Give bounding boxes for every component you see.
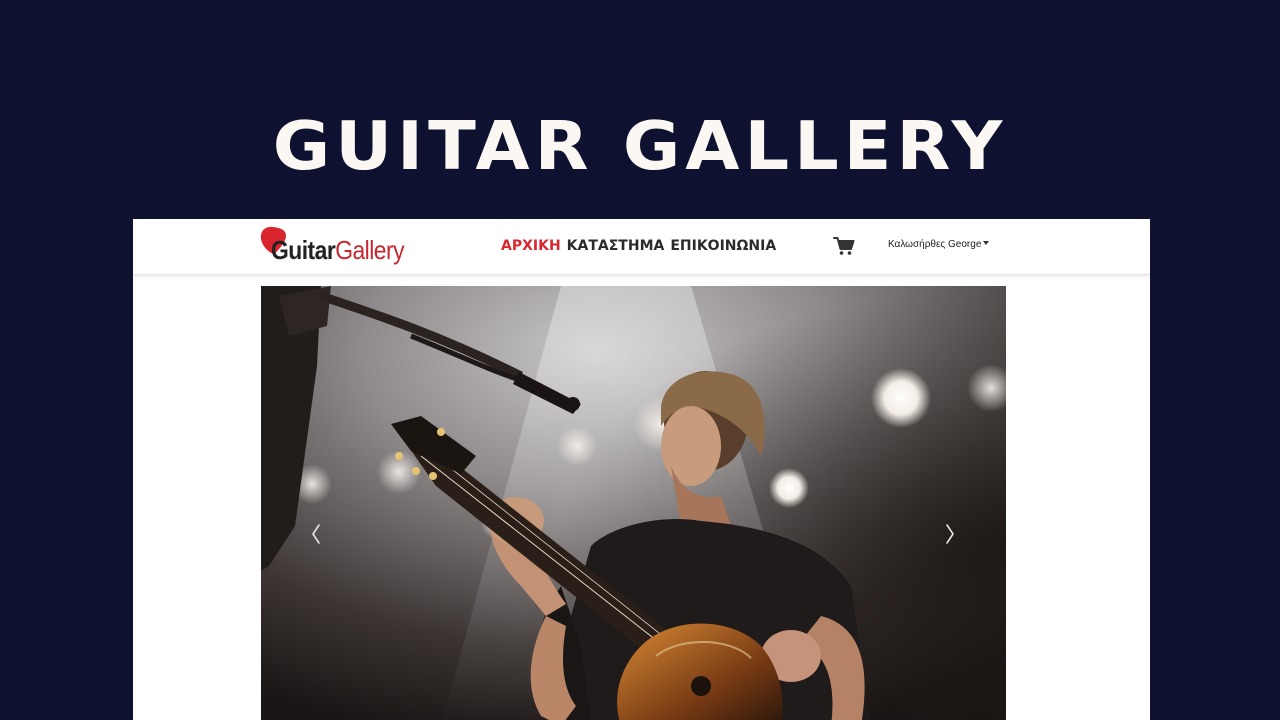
logo-text-guitar: Guitar bbox=[271, 235, 336, 265]
website-screenshot: GuitarGallery ΑΡΧΙΚΗ ΚΑΤΑΣΤΗΜΑ ΕΠΙΚΟΙΝΩΝΙΑ… bbox=[133, 219, 1150, 720]
user-greeting: Καλωσήρθες George bbox=[888, 239, 982, 250]
caret-down-icon bbox=[983, 241, 990, 245]
nav-contact[interactable]: ΕΠΙΚΟΙΝΩΝΙΑ bbox=[670, 236, 776, 256]
guitarist-on-stage-photo bbox=[261, 286, 1006, 720]
logo-text-gallery: Gallery bbox=[335, 235, 404, 265]
nav-home[interactable]: ΑΡΧΙΚΗ bbox=[501, 236, 561, 256]
hero-carousel[interactable] bbox=[261, 286, 1006, 720]
chevron-right-icon[interactable] bbox=[940, 519, 960, 549]
nav-store[interactable]: ΚΑΤΑΣΤΗΜΑ bbox=[567, 236, 665, 256]
site-logo[interactable]: GuitarGallery bbox=[260, 225, 420, 269]
shopping-cart-icon[interactable] bbox=[833, 236, 855, 256]
user-dropdown[interactable]: Καλωσήρθες George bbox=[888, 238, 990, 252]
logo-text: GuitarGallery bbox=[271, 235, 405, 265]
chevron-left-icon[interactable] bbox=[306, 519, 326, 549]
banner-title: GUITAR GALLERY bbox=[272, 107, 1008, 185]
main-nav: ΑΡΧΙΚΗ ΚΑΤΑΣΤΗΜΑ ΕΠΙΚΟΙΝΩΝΙΑ bbox=[501, 236, 782, 256]
site-navbar: GuitarGallery ΑΡΧΙΚΗ ΚΑΤΑΣΤΗΜΑ ΕΠΙΚΟΙΝΩΝΙΑ… bbox=[133, 219, 1150, 275]
